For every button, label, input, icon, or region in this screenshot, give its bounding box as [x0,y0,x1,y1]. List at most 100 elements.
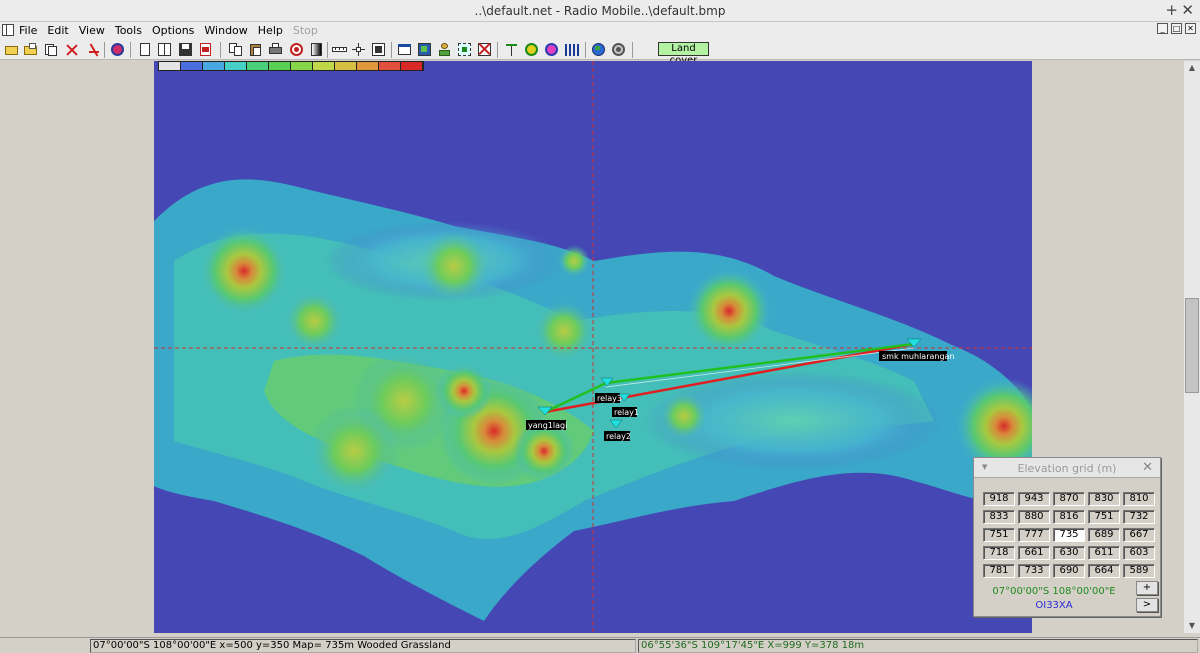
settings-icon[interactable] [611,42,626,57]
elevation-cell: 664 [1088,564,1120,578]
elevation-cell: 751 [983,528,1015,542]
next-button[interactable]: > [1136,598,1158,612]
scrollbar-thumb[interactable] [1185,298,1199,393]
radio-link-icon[interactable] [524,42,539,57]
legend-swatch [357,62,379,70]
elevation-cell: 810 [1123,492,1155,506]
status-target-position: 06°55'36"S 109°17'45"E X=999 Y=378 18m [638,639,1198,653]
select-area-icon[interactable] [457,42,472,57]
elevation-grid-header[interactable]: ▼ Elevation grid (m) ✕ [974,458,1160,478]
print-icon[interactable] [268,42,283,57]
menu-edit[interactable]: Edit [47,24,68,37]
elevation-cell: 661 [1018,546,1050,560]
open-file-icon[interactable] [23,42,38,57]
menu-options[interactable]: Options [152,24,194,37]
station-label: relay3 [597,394,622,403]
menu-window[interactable]: Window [204,24,247,37]
toolbar-separator [327,42,328,58]
copy-icon[interactable] [228,42,243,57]
legend-swatch [401,62,423,70]
menu-tools[interactable]: Tools [115,24,142,37]
elevation-cell: 918 [983,492,1015,506]
app-menu-icon[interactable] [2,24,14,36]
elevation-cell: 781 [983,564,1015,578]
elevation-cell: 833 [983,510,1015,524]
elevation-cell: 870 [1053,492,1085,506]
elevation-locator: OI33XA [1035,600,1073,611]
move-icon[interactable] [351,42,366,57]
elevation-cell: 611 [1088,546,1120,560]
menu-view[interactable]: View [79,24,105,37]
window-icon[interactable] [397,42,412,57]
terrain-map-canvas[interactable]: smk muhlarangan relay3 relay1 yang1lagi [154,61,1032,633]
maximize-icon[interactable]: + [1165,1,1178,19]
elevation-cell: 718 [983,546,1015,560]
status-cursor-position: 07°00'00"S 108°00'00"E x=500 y=350 Map= … [90,639,636,653]
color-scale-legend [158,61,424,71]
target-icon[interactable] [289,42,304,57]
pdf-icon[interactable] [198,42,213,57]
legend-swatch [291,62,313,70]
toolbar-separator [104,42,105,58]
mountain-peak [534,301,594,361]
elevation-coordinate: 07°00'00"S 108°00'00"E [992,586,1116,597]
menu-file[interactable]: File [19,24,37,37]
elevation-grid-window: ▼ Elevation grid (m) ✕ 918 943 870 830 810 83… [973,457,1161,617]
toolbar-separator [585,42,586,58]
network-props-icon[interactable] [86,42,101,57]
world-icon[interactable] [591,42,606,57]
ruler-icon[interactable] [332,42,347,57]
document-split-icon[interactable] [157,42,172,57]
people-icon[interactable] [437,42,452,57]
mountain-peak [660,392,708,440]
elevation-cell: 751 [1088,510,1120,524]
mountain-peak [418,230,490,302]
increase-button[interactable]: + [1136,581,1158,595]
menu-help[interactable]: Help [258,24,283,37]
antenna-icon[interactable] [504,42,519,57]
delete-icon[interactable] [477,42,492,57]
close-icon[interactable]: ✕ [1142,460,1153,475]
close-icon[interactable]: ✕ [1181,1,1194,19]
spectrum-icon[interactable] [564,42,579,57]
legend-swatch [203,62,225,70]
vertical-scrollbar[interactable]: ▲ ▼ [1184,61,1200,633]
elevation-cell: 733 [1018,564,1050,578]
elevation-cell: 589 [1123,564,1155,578]
elevation-grid-title: Elevation grid (m) [1017,462,1117,475]
toolbar-separator [391,42,392,58]
scroll-up-icon[interactable]: ▲ [1184,61,1200,75]
status-bar: 07°00'00"S 108°00'00"E x=500 y=350 Map= … [0,637,1200,653]
elevation-cell: 830 [1088,492,1120,506]
legend-swatch [313,62,335,70]
station-label: smk muhlarangan [882,352,955,361]
elevation-cell: 732 [1123,510,1155,524]
legend-swatch [379,62,401,70]
copy-stack-icon[interactable] [43,42,58,57]
toolbar-separator [497,42,498,58]
network-red-icon[interactable] [64,42,79,57]
menu-bar: File Edit View Tools Options Window Help… [0,22,1200,40]
elevation-cell: 690 [1053,564,1085,578]
map-properties-icon[interactable] [417,42,432,57]
mdi-window-controls: _ □ ✕ [1157,23,1196,34]
globe-icon[interactable] [110,42,125,57]
save-icon[interactable] [178,42,193,57]
mdi-close-button[interactable]: ✕ [1185,23,1196,34]
toolbar-separator [632,42,633,58]
terrain-map[interactable]: smk muhlarangan relay3 relay1 yang1lagi [154,61,1032,633]
volcano-peak [436,363,492,419]
mdi-restore-button[interactable]: □ [1171,23,1182,34]
elevation-cell: 603 [1123,546,1155,560]
land-cover-button[interactable]: Land cover [658,42,709,66]
elevation-cell: 816 [1053,510,1085,524]
coverage-icon[interactable] [544,42,559,57]
crosshair-icon[interactable] [371,42,386,57]
station-label: relay1 [614,408,639,417]
open-folder-icon[interactable] [4,42,19,57]
paste-icon[interactable] [248,42,263,57]
scroll-down-icon[interactable]: ▼ [1184,619,1200,633]
grayscale-icon[interactable] [309,42,324,57]
mdi-minimize-button[interactable]: _ [1157,23,1168,34]
document-icon[interactable] [137,42,152,57]
